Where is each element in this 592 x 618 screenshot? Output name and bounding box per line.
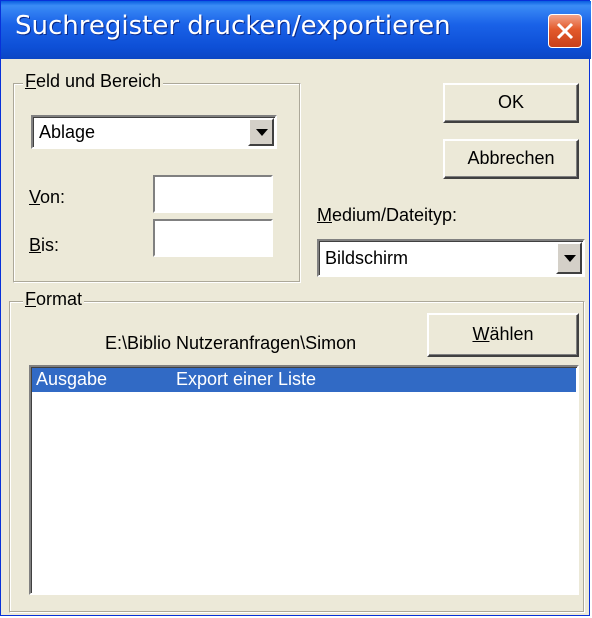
ok-button[interactable]: OK	[443, 83, 579, 123]
dialog-client-area: Feld und Bereich Ablage Von: Bis: OK Abb…	[5, 59, 585, 613]
choose-button-label: Wählen	[472, 324, 534, 344]
medium-select[interactable]: Bildschirm	[317, 239, 585, 277]
dialog-window: Suchregister drucken/exportieren Feld un…	[0, 0, 591, 616]
list-item-name: Ausgabe	[36, 369, 108, 389]
field-select-dropdown-button[interactable]	[248, 118, 274, 146]
window-title: Suchregister drucken/exportieren	[15, 11, 451, 41]
bis-label: Bis:	[29, 235, 60, 255]
medium-select-dropdown-button[interactable]	[556, 242, 582, 274]
field-range-group-label: Feld und Bereich	[23, 71, 164, 92]
von-label: Von:	[29, 187, 66, 207]
cancel-button-label: Abbrechen	[467, 148, 555, 168]
title-bar[interactable]: Suchregister drucken/exportieren	[1, 1, 591, 59]
medium-label: Medium/Dateityp:	[317, 205, 458, 225]
format-list[interactable]: Ausgabe Export einer Liste	[29, 365, 579, 595]
field-select[interactable]: Ablage	[31, 115, 277, 149]
list-item[interactable]: Ausgabe Export einer Liste	[32, 368, 576, 392]
chevron-down-icon	[256, 129, 268, 136]
chevron-down-icon	[564, 255, 576, 262]
format-group-label: Format	[23, 289, 85, 310]
choose-button[interactable]: Wählen	[427, 313, 579, 357]
field-select-value: Ablage	[39, 122, 96, 142]
von-input[interactable]	[153, 175, 273, 213]
cancel-button[interactable]: Abbrechen	[443, 139, 579, 179]
close-icon	[556, 22, 574, 40]
close-button[interactable]	[548, 14, 582, 48]
list-item-description: Export einer Liste	[176, 369, 317, 389]
ok-button-label: OK	[497, 92, 524, 112]
format-path: E:\Biblio Nutzeranfragen\Simon	[105, 333, 357, 353]
bis-input[interactable]	[153, 219, 273, 257]
medium-select-value: Bildschirm	[325, 248, 409, 268]
